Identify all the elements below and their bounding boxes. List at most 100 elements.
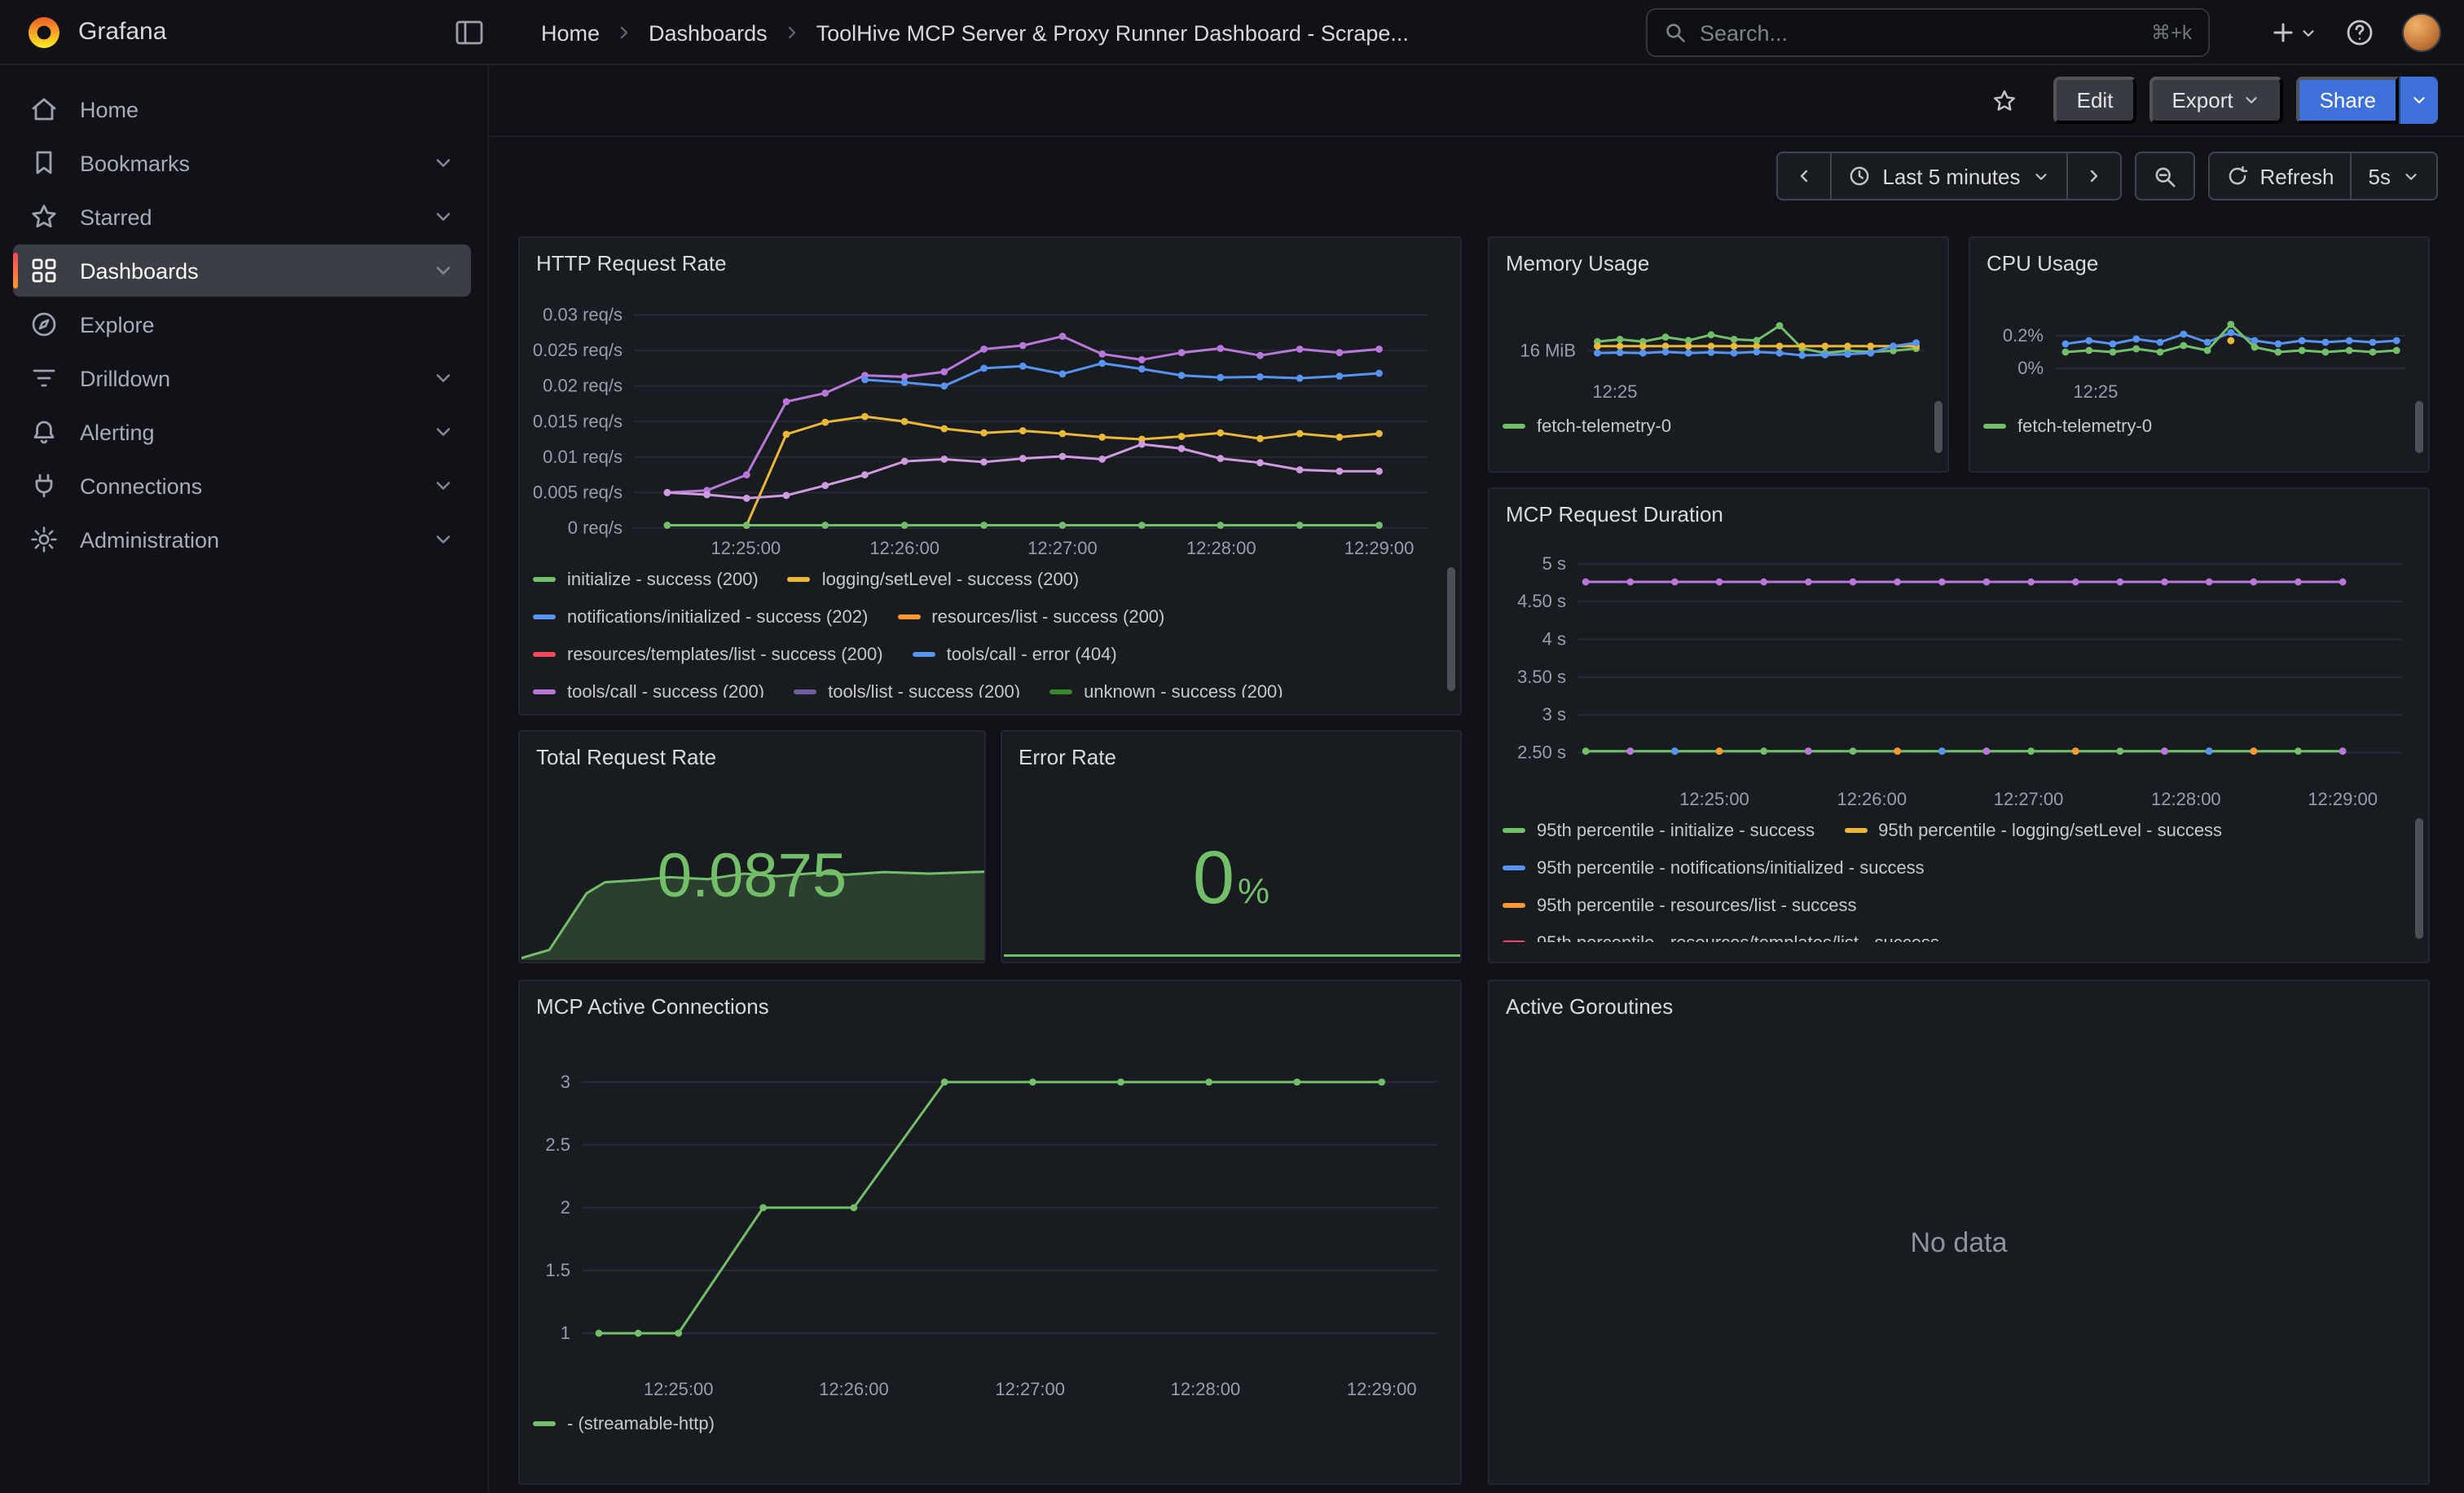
sidebar-item-starred[interactable]: Starred [13, 191, 471, 243]
legend-item[interactable]: tools/call - success (200) [533, 682, 764, 698]
legend-item[interactable]: 95th percentile - notifications/initiali… [1503, 858, 1925, 878]
time-series-chart[interactable]: 0.2%0%12:25 [1983, 277, 2418, 404]
stat-value: 0.0875 [520, 846, 984, 908]
svg-text:5 s: 5 s [1542, 553, 1566, 574]
dashboard-toolbar: Edit Export Share [489, 65, 2464, 137]
chevron-down-icon[interactable] [432, 528, 455, 551]
panel-title[interactable]: CPU Usage [1970, 238, 2428, 275]
svg-text:0.2%: 0.2% [2003, 325, 2044, 346]
chevron-down-icon[interactable] [432, 205, 455, 228]
refresh-interval-picker[interactable]: 5s [2351, 153, 2436, 199]
legend-scrollbar[interactable] [2415, 818, 2423, 939]
star-dashboard-button[interactable] [1982, 77, 2028, 123]
sidebar-item-label: Administration [80, 527, 411, 552]
search-input[interactable] [1700, 20, 2138, 45]
time-range-label: Last 5 minutes [1882, 164, 2020, 188]
svg-text:12:29:00: 12:29:00 [1344, 538, 1415, 558]
legend-marker [1503, 940, 1525, 942]
legend-item[interactable]: unknown - success (200) [1049, 682, 1283, 698]
sidebar-item-explore[interactable]: Explore [13, 298, 471, 350]
time-shift-forward-button[interactable] [2066, 153, 2119, 199]
legend-marker [533, 652, 556, 657]
legend-item[interactable]: resources/templates/list - success (200) [533, 645, 883, 664]
new-menu-button[interactable] [2270, 20, 2317, 46]
chevron-down-icon [2031, 167, 2049, 185]
breadcrumb-current[interactable]: ToolHive MCP Server & Proxy Runner Dashb… [816, 20, 1409, 45]
legend-item[interactable]: resources/list - success (200) [897, 607, 1164, 627]
legend-item[interactable]: 95th percentile - resources/list - succe… [1503, 896, 1857, 915]
breadcrumb-home[interactable]: Home [541, 20, 600, 45]
time-series-chart[interactable]: 16 MiB12:25 [1503, 277, 1938, 404]
legend-marker [533, 1421, 556, 1426]
zoom-out-button[interactable] [2136, 153, 2193, 199]
legend-row: 95th percentile - resources/list - succe… [1503, 887, 2391, 924]
legend-item[interactable]: - (streamable-http) [533, 1414, 715, 1434]
legend-row: 95th percentile - initialize - success 95… [1503, 812, 2391, 849]
sidebar-item-dashboards[interactable]: Dashboards [13, 244, 471, 297]
time-shift-back-button[interactable] [1778, 153, 1830, 199]
legend-scrollbar[interactable] [2415, 401, 2423, 453]
legend-item[interactable]: 95th percentile - initialize - success [1503, 821, 1815, 840]
panel-mcp-active-connections: MCP Active Connections 11.522.5312:25:00… [518, 980, 1462, 1485]
chevron-down-icon[interactable] [432, 152, 455, 174]
legend-label: tools/call - error (404) [947, 645, 1117, 664]
svg-text:12:28:00: 12:28:00 [1171, 1379, 1241, 1399]
grafana-app: Grafana Home Dashboards ToolHive MCP Ser… [0, 0, 2464, 1493]
time-series-chart[interactable]: 11.522.5312:25:0012:26:0012:27:0012:28:0… [533, 1030, 1450, 1402]
edit-button[interactable]: Edit [2054, 77, 2136, 124]
legend-row: initialize - success (200) logging/setLev… [533, 561, 1421, 598]
grafana-logo[interactable]: Grafana [0, 14, 166, 50]
sidebar-item-drilldown[interactable]: Drilldown [13, 352, 471, 404]
refresh-label: Refresh [2259, 164, 2334, 188]
time-range-picker[interactable]: Last 5 minutes [1830, 153, 2066, 199]
legend-scrollbar[interactable] [1934, 401, 1943, 453]
chart-legend: - (streamable-http) [533, 1405, 1421, 1447]
legend-item[interactable]: fetch-telemetry-0 [1983, 416, 2152, 436]
panel-title[interactable]: MCP Request Duration [1489, 489, 2428, 526]
sidebar-item-home[interactable]: Home [13, 83, 471, 135]
help-icon[interactable] [2345, 18, 2374, 47]
breadcrumb-dashboards[interactable]: Dashboards [649, 20, 768, 45]
sidebar-item-connections[interactable]: Connections [13, 460, 471, 512]
legend-row: - (streamable-http) [533, 1405, 1421, 1442]
panel-title[interactable]: HTTP Request Rate [520, 238, 1460, 275]
panel-title[interactable]: Memory Usage [1489, 238, 1947, 275]
legend-marker [897, 614, 920, 619]
time-series-chart[interactable]: 2.50 s3 s3.50 s4 s4.50 s5 s12:25:0012:26… [1503, 531, 2418, 812]
legend-row: 95th percentile - notifications/initiali… [1503, 849, 2391, 887]
panel-title[interactable]: Error Rate [1002, 732, 1460, 769]
chevron-down-icon[interactable] [432, 474, 455, 497]
sidebar-item-administration[interactable]: Administration [13, 513, 471, 566]
legend-item[interactable]: fetch-telemetry-0 [1503, 416, 1671, 436]
user-avatar[interactable] [2402, 13, 2441, 52]
legend-item[interactable]: 95th percentile - logging/setLevel - suc… [1844, 821, 2222, 840]
chevron-down-icon[interactable] [432, 421, 455, 443]
refresh-button[interactable]: Refresh [2209, 153, 2350, 199]
time-series-chart[interactable]: 0 req/s0.005 req/s0.01 req/s0.015 req/s0… [533, 280, 1450, 561]
legend-item[interactable]: tools/list - success (200) [794, 682, 1020, 698]
legend-label: fetch-telemetry-0 [2017, 416, 2152, 436]
legend-marker [1049, 689, 1072, 694]
chevron-down-icon[interactable] [432, 259, 455, 282]
legend-label: initialize - success (200) [567, 570, 759, 589]
legend-item[interactable]: notifications/initialized - success (202… [533, 607, 868, 627]
legend-scrollbar[interactable] [1447, 567, 1455, 691]
legend-item[interactable]: 95th percentile - resources/templates/li… [1503, 933, 1939, 942]
legend-label: 95th percentile - resources/templates/li… [1537, 933, 1939, 942]
sidebar-toggle-icon[interactable] [450, 13, 489, 52]
legend-label: logging/setLevel - success (200) [822, 570, 1080, 589]
export-button[interactable]: Export [2149, 77, 2283, 124]
panel-title[interactable]: Total Request Rate [520, 732, 984, 769]
search-box[interactable]: ⌘+k [1646, 8, 2210, 57]
legend-item[interactable]: initialize - success (200) [533, 570, 759, 589]
chevron-down-icon[interactable] [432, 367, 455, 390]
clock-icon [1848, 165, 1871, 187]
sidebar-item-alerting[interactable]: Alerting [13, 406, 471, 458]
share-menu-button[interactable] [2399, 77, 2438, 124]
chevron-right-icon [614, 23, 634, 42]
sidebar-item-bookmarks[interactable]: Bookmarks [13, 137, 471, 189]
legend-item[interactable]: tools/call - error (404) [913, 645, 1117, 664]
legend-item[interactable]: logging/setLevel - success (200) [788, 570, 1080, 589]
share-button[interactable]: Share [2297, 77, 2399, 124]
panel-title[interactable]: MCP Active Connections [520, 981, 1460, 1019]
